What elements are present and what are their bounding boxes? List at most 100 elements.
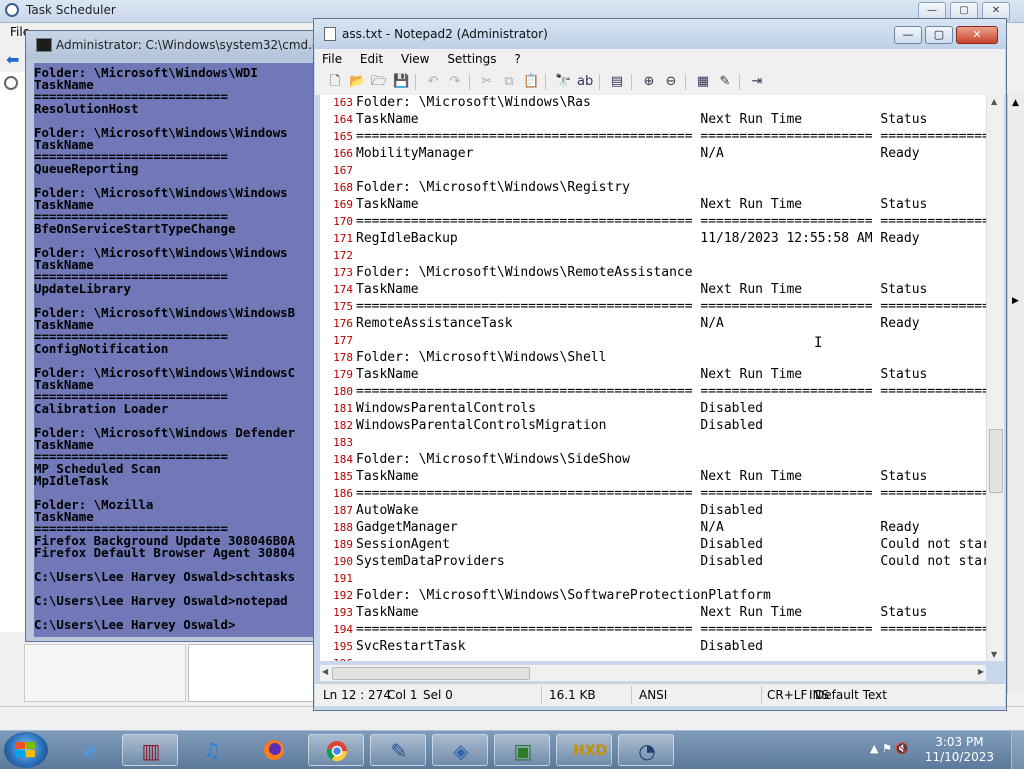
chrome-icon: [325, 739, 349, 763]
status-encoding[interactable]: ANSI: [639, 688, 667, 702]
horizontal-scrollbar[interactable]: ◀ ▶: [320, 665, 986, 681]
scroll-up-icon[interactable]: ▲: [991, 97, 997, 106]
menu-edit[interactable]: Edit: [353, 49, 390, 69]
editor-line[interactable]: 195 SvcRestartTask Disabled: [320, 638, 992, 655]
editor-line[interactable]: 172: [320, 247, 992, 264]
editor-line[interactable]: 194 =====================================…: [320, 621, 992, 638]
editor-line[interactable]: 175 =====================================…: [320, 298, 992, 315]
notepad2-editor[interactable]: 163 Folder: \Microsoft\Windows\Ras 164 Task…: [320, 95, 992, 661]
internet-explorer-taskbar-button[interactable]: ℯ: [62, 734, 118, 766]
editor-line[interactable]: 181 WindowsParentalControls Disabled: [320, 400, 992, 417]
find-icon[interactable]: 🔭: [555, 74, 571, 90]
editor-line[interactable]: 191: [320, 570, 992, 587]
notepad2-taskbar-button[interactable]: ✎: [370, 734, 426, 766]
line-text: TaskName Next Run Time Status: [356, 282, 928, 297]
editor-line[interactable]: 186 =====================================…: [320, 485, 992, 502]
editor-line[interactable]: 179 TaskName Next Run Time Status: [320, 366, 992, 383]
task-scheduler-taskbar-button[interactable]: ◔: [618, 734, 674, 766]
save-icon[interactable]: 💾: [393, 74, 409, 90]
editor-line[interactable]: 166 MobilityManager N/A Ready: [320, 145, 992, 162]
vertical-scroll-thumb[interactable]: [989, 429, 1003, 493]
zoom-in-icon[interactable]: ⊕: [641, 74, 657, 90]
editor-line[interactable]: 163 Folder: \Microsoft\Windows\Ras: [320, 95, 992, 111]
cmd-taskbar-button[interactable]: ▣: [494, 734, 550, 766]
exit-icon[interactable]: ⇥: [749, 74, 765, 90]
editor-line[interactable]: 167: [320, 162, 992, 179]
editor-line[interactable]: 169 TaskName Next Run Time Status: [320, 196, 992, 213]
scroll-left-icon[interactable]: ◀: [322, 667, 328, 676]
maximize-button[interactable]: ▢: [925, 26, 953, 44]
editor-line[interactable]: 190 SystemDataProviders Disabled Could no…: [320, 553, 992, 570]
horizontal-scroll-thumb[interactable]: [332, 667, 530, 680]
editor-line[interactable]: 173 Folder: \Microsoft\Windows\RemoteAssi…: [320, 264, 992, 281]
editor-line[interactable]: 178 Folder: \Microsoft\Windows\Shell: [320, 349, 992, 366]
cmd-titlebar[interactable]: Administrator: C:\Windows\system32\cmd.e…: [26, 31, 333, 59]
editor-line[interactable]: 184 Folder: \Microsoft\Windows\SideShow: [320, 451, 992, 468]
editor-line[interactable]: 196: [320, 655, 992, 661]
scroll-right-icon[interactable]: ▶: [978, 667, 984, 676]
show-desktop-button[interactable]: [1011, 731, 1024, 769]
undo-icon[interactable]: ↶: [425, 74, 441, 90]
hxd-taskbar-button[interactable]: HXD: [556, 734, 612, 766]
customize-scheme-icon[interactable]: ✎: [717, 74, 733, 90]
editor-line[interactable]: 170 =====================================…: [320, 213, 992, 230]
open-folder-icon[interactable]: 📂: [349, 74, 365, 90]
status-scheme[interactable]: Default Text: [815, 688, 887, 702]
editor-line[interactable]: 180 =====================================…: [320, 383, 992, 400]
task-scheduler-scrollbar[interactable]: ▲ ▶: [1007, 94, 1024, 694]
editor-line[interactable]: 164 TaskName Next Run Time Status: [320, 111, 992, 128]
virtualbox-taskbar-button[interactable]: ◈: [432, 734, 488, 766]
vertical-scrollbar[interactable]: ▲ ▼: [986, 95, 1004, 661]
editor-line[interactable]: 185 TaskName Next Run Time Status: [320, 468, 992, 485]
editor-line[interactable]: 189 SessionAgent Disabled Could not start: [320, 536, 992, 553]
redo-icon[interactable]: ↷: [447, 74, 463, 90]
winrar-taskbar-button[interactable]: ▥: [122, 734, 178, 766]
menu-settings[interactable]: Settings: [440, 49, 503, 69]
scheme-icon[interactable]: ▦: [695, 74, 711, 90]
editor-line[interactable]: 174 TaskName Next Run Time Status: [320, 281, 992, 298]
cmd-console[interactable]: Folder: \Microsoft\Windows\WDI TaskName …: [34, 63, 324, 637]
clock[interactable]: 3:03 PM 11/10/2023: [925, 735, 994, 765]
clock-icon[interactable]: [4, 76, 18, 90]
word-wrap-icon[interactable]: ▤: [609, 74, 625, 90]
editor-line[interactable]: 187 AutoWake Disabled: [320, 502, 992, 519]
notepad2-window[interactable]: ass.txt - Notepad2 (Administrator) — ▢ ✕…: [313, 18, 1007, 711]
line-number: 181: [333, 402, 353, 415]
new-file-icon[interactable]: 🗋: [327, 74, 343, 90]
cmd-window[interactable]: Administrator: C:\Windows\system32\cmd.e…: [25, 30, 333, 642]
line-text: TaskName Next Run Time Status: [356, 367, 928, 382]
editor-line[interactable]: 171 RegIdleBackup 11/18/2023 12:55:58 AM …: [320, 230, 992, 247]
copy-icon[interactable]: ⧉: [501, 74, 517, 90]
editor-line[interactable]: 188 GadgetManager N/A Ready: [320, 519, 992, 536]
zoom-out-icon[interactable]: ⊖: [663, 74, 679, 90]
close-button[interactable]: ✕: [956, 26, 998, 44]
chrome-taskbar-button[interactable]: [308, 734, 364, 766]
editor-line[interactable]: 182 WindowsParentalControlsMigration Disa…: [320, 417, 992, 434]
minimize-button[interactable]: —: [894, 26, 922, 44]
cut-icon[interactable]: ✂: [479, 74, 495, 90]
status-eol[interactable]: CR+LF: [767, 688, 807, 702]
editor-line[interactable]: 193 TaskName Next Run Time Status: [320, 604, 992, 621]
firefox-taskbar-button[interactable]: [246, 734, 302, 766]
editor-line[interactable]: 183: [320, 434, 992, 451]
editor-line[interactable]: 177: [320, 332, 992, 349]
start-button[interactable]: [4, 732, 48, 768]
notepad2-titlebar[interactable]: ass.txt - Notepad2 (Administrator) — ▢ ✕: [314, 19, 1006, 49]
editor-line[interactable]: 192 Folder: \Microsoft\Windows\SoftwarePr…: [320, 587, 992, 604]
editor-line[interactable]: 165 =====================================…: [320, 128, 992, 145]
scroll-down-icon[interactable]: ▼: [991, 650, 997, 659]
itunes-taskbar-button[interactable]: ♫: [184, 734, 240, 766]
line-number: 195: [333, 640, 353, 653]
replace-icon[interactable]: ab: [577, 74, 593, 90]
tray-icons[interactable]: ▲ ⚑ 🔇: [870, 742, 909, 755]
scroll-right-icon[interactable]: ▶: [1012, 296, 1019, 306]
menu-file[interactable]: File: [315, 49, 349, 69]
browse-icon[interactable]: 🗁: [371, 74, 387, 90]
menu-view[interactable]: View: [394, 49, 436, 69]
paste-icon[interactable]: 📋: [523, 74, 539, 90]
back-arrow-icon[interactable]: ⬅: [6, 50, 19, 69]
editor-line[interactable]: 176 RemoteAssistanceTask N/A Ready: [320, 315, 992, 332]
menu-help[interactable]: ?: [507, 49, 527, 69]
scroll-up-icon[interactable]: ▲: [1012, 98, 1019, 108]
editor-line[interactable]: 168 Folder: \Microsoft\Windows\Registry: [320, 179, 992, 196]
